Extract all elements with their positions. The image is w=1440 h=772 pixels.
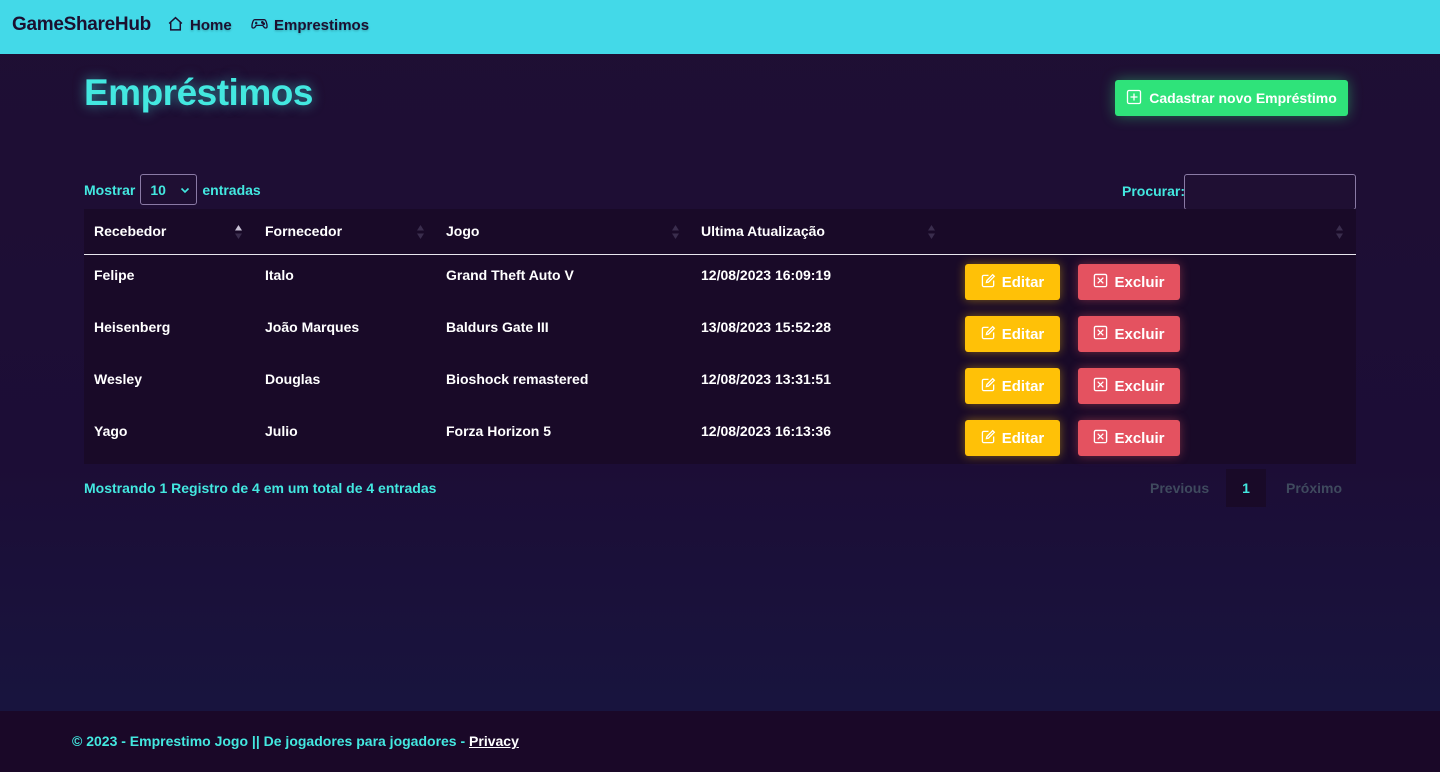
brand-logo-text[interactable]: GameShareHub	[12, 14, 151, 36]
page-length-control: Mostrar 10 entradas	[84, 174, 261, 205]
delete-button[interactable]: Excluir	[1078, 368, 1180, 404]
edit-button-label: Editar	[1001, 273, 1045, 291]
cell-jogo: Bioshock remastered	[446, 371, 589, 387]
page-size-value: 10	[150, 181, 166, 198]
footer-copyright: © 2023 - Emprestimo Jogo || De jogadores…	[72, 733, 470, 749]
edit-button[interactable]: Editar	[965, 368, 1060, 404]
add-loan-button-label: Cadastrar novo Empréstimo	[1149, 90, 1337, 106]
column-header-ultima-atualizacao[interactable]: Ultima Atualização	[701, 223, 825, 239]
gamepad-icon	[251, 15, 268, 36]
delete-button-label: Excluir	[1114, 325, 1165, 343]
privacy-link[interactable]: Privacy	[469, 733, 519, 749]
cell-ultima-atualizacao: 12/08/2023 16:13:36	[701, 423, 831, 439]
plus-square-icon	[1126, 89, 1142, 108]
nav-link-home[interactable]: Home	[167, 15, 232, 36]
pagination-previous[interactable]: Previous	[1150, 480, 1209, 496]
table-row: Felipe Italo Grand Theft Auto V 12/08/20…	[84, 256, 1356, 308]
column-header-jogo[interactable]: Jogo	[446, 223, 479, 239]
close-square-icon	[1093, 273, 1108, 292]
edit-button-label: Editar	[1001, 377, 1045, 395]
cell-fornecedor: Italo	[265, 267, 294, 283]
cell-fornecedor: Douglas	[265, 371, 321, 387]
navbar: GameShareHub Home Emprestimos	[0, 0, 1440, 54]
sort-icon[interactable]	[927, 223, 936, 241]
delete-button[interactable]: Excluir	[1078, 420, 1180, 456]
edit-button[interactable]: Editar	[965, 316, 1060, 352]
edit-button-label: Editar	[1001, 429, 1045, 447]
pagination-next[interactable]: Próximo	[1286, 480, 1342, 496]
loans-table: Recebedor Fornecedor Jogo Ultima Atualiz…	[84, 209, 1356, 464]
delete-button[interactable]: Excluir	[1078, 264, 1180, 300]
edit-icon	[981, 273, 996, 292]
add-loan-button[interactable]: Cadastrar novo Empréstimo	[1115, 80, 1348, 116]
cell-jogo: Grand Theft Auto V	[446, 267, 574, 283]
table-header: Recebedor Fornecedor Jogo Ultima Atualiz…	[84, 209, 1356, 255]
table-row: Wesley Douglas Bioshock remastered 12/08…	[84, 360, 1356, 412]
edit-icon	[981, 377, 996, 396]
column-header-recebedor[interactable]: Recebedor	[94, 223, 166, 239]
cell-ultima-atualizacao: 12/08/2023 13:31:51	[701, 371, 831, 387]
column-header-fornecedor[interactable]: Fornecedor	[265, 223, 342, 239]
sort-ascending-icon[interactable]	[234, 223, 243, 241]
pagination-page-1[interactable]: 1	[1226, 469, 1266, 507]
chevron-down-icon	[180, 182, 190, 198]
home-icon	[167, 15, 184, 36]
cell-recebedor: Wesley	[94, 371, 142, 387]
cell-jogo: Baldurs Gate III	[446, 319, 549, 335]
cell-jogo: Forza Horizon 5	[446, 423, 552, 439]
entries-label: entradas	[202, 181, 261, 198]
cell-fornecedor: Julio	[265, 423, 298, 439]
nav-link-home-label: Home	[190, 17, 232, 34]
footer-text-container: © 2023 - Emprestimo Jogo || De jogadores…	[72, 733, 519, 749]
delete-button-label: Excluir	[1114, 273, 1165, 291]
edit-icon	[981, 429, 996, 448]
search-input[interactable]	[1184, 174, 1356, 210]
delete-button-label: Excluir	[1114, 377, 1165, 395]
table-row: Yago Julio Forza Horizon 5 12/08/2023 16…	[84, 412, 1356, 464]
close-square-icon	[1093, 377, 1108, 396]
search-label: Procurar:	[1122, 183, 1186, 199]
page-size-select[interactable]: 10	[140, 174, 198, 205]
sort-icon[interactable]	[1335, 223, 1344, 241]
edit-icon	[981, 325, 996, 344]
nav-link-emprestimos-label: Emprestimos	[274, 17, 370, 34]
cell-ultima-atualizacao: 12/08/2023 16:09:19	[701, 267, 831, 283]
sort-icon[interactable]	[416, 223, 425, 241]
close-square-icon	[1093, 429, 1108, 448]
cell-ultima-atualizacao: 13/08/2023 15:52:28	[701, 319, 831, 335]
table-row: Heisenberg João Marques Baldurs Gate III…	[84, 308, 1356, 360]
edit-button[interactable]: Editar	[965, 420, 1060, 456]
cell-recebedor: Felipe	[94, 267, 135, 283]
footer: © 2023 - Emprestimo Jogo || De jogadores…	[0, 711, 1440, 772]
nav-link-emprestimos[interactable]: Emprestimos	[251, 15, 369, 36]
sort-icon[interactable]	[671, 223, 680, 241]
cell-recebedor: Yago	[94, 423, 128, 439]
delete-button[interactable]: Excluir	[1078, 316, 1180, 352]
close-square-icon	[1093, 325, 1108, 344]
delete-button-label: Excluir	[1114, 429, 1165, 447]
cell-fornecedor: João Marques	[265, 319, 360, 335]
edit-button-label: Editar	[1001, 325, 1045, 343]
page-title: Empréstimos	[84, 72, 313, 113]
show-label: Mostrar	[84, 181, 136, 198]
cell-recebedor: Heisenberg	[94, 319, 171, 335]
edit-button[interactable]: Editar	[965, 264, 1060, 300]
table-info: Mostrando 1 Registro de 4 em um total de…	[84, 480, 437, 496]
